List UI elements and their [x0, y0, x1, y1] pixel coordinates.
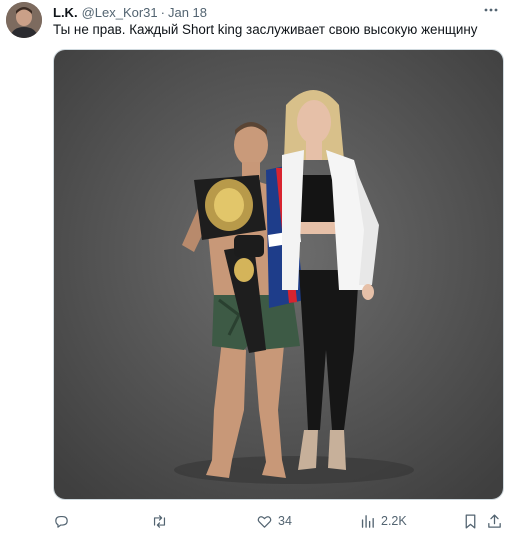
author-handle[interactable]: @Lex_Kor31: [82, 5, 158, 20]
like-button[interactable]: 34: [256, 510, 292, 532]
tweet-photo[interactable]: [53, 49, 504, 500]
author-name[interactable]: L.K.: [53, 5, 78, 20]
more-horizontal-icon[interactable]: [482, 1, 500, 19]
separator-dot: ·: [160, 4, 165, 20]
reply-button[interactable]: [53, 510, 70, 532]
views-chart-icon: [361, 514, 374, 528]
heart-icon: [257, 515, 272, 528]
views-count: 2.2K: [381, 514, 407, 528]
tweet-text: Ты не прав. Каждый Short king заслуживае…: [53, 22, 478, 37]
share-button[interactable]: [486, 510, 503, 532]
share-icon: [488, 513, 501, 528]
tweet-header: L.K. @Lex_Kor31 · Jan 18: [53, 3, 500, 21]
avatar[interactable]: [6, 2, 42, 38]
tweet-date[interactable]: Jan 18: [168, 5, 207, 20]
views-button[interactable]: 2.2K: [359, 510, 407, 532]
retweet-icon: [153, 514, 166, 528]
action-bar: 34 2.2K: [53, 510, 504, 532]
likes-count: 34: [278, 514, 292, 528]
retweet-button[interactable]: [151, 510, 168, 532]
bookmark-icon: [465, 513, 476, 529]
bookmark-button[interactable]: [462, 510, 479, 532]
avatar-image: [6, 2, 42, 38]
reply-icon: [55, 515, 68, 528]
